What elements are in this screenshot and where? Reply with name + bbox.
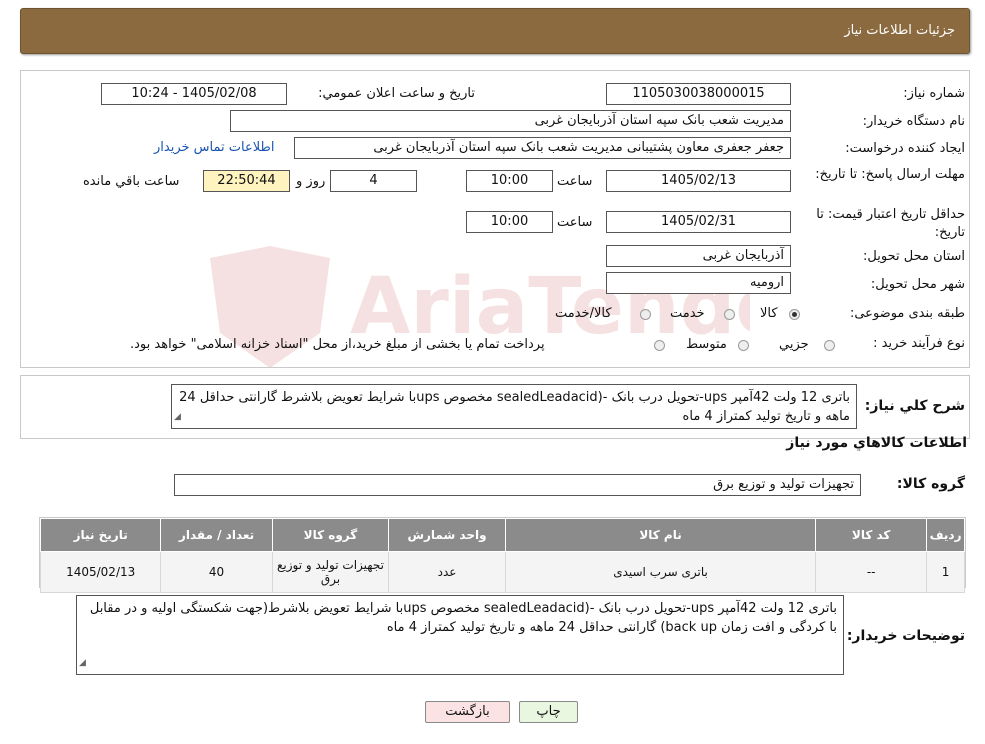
category-option-goods: کالا <box>760 306 778 321</box>
purchase-radio-minor[interactable] <box>824 340 835 351</box>
category-radio-goods[interactable] <box>789 309 800 320</box>
cell-item-name: باتری سرب اسيدی <box>504 551 817 593</box>
back-button[interactable]: بازگشت <box>425 701 510 723</box>
col-item-group: گروه کالا <box>271 518 390 552</box>
resize-grip-icon[interactable]: ◢ <box>79 654 86 673</box>
category-radio-service[interactable] <box>724 309 735 320</box>
purchase-checkbox-treasury[interactable] <box>654 340 665 351</box>
items-table-frame: رديف کد کالا نام کالا واحد شمارش گروه کا… <box>39 517 966 593</box>
buyer-org-label: نام دستگاه خريدار: <box>862 114 965 129</box>
validity-date-field: 1405/02/31 <box>606 211 791 233</box>
page-header: جزئیات اطلاعات نیاز <box>20 8 970 54</box>
buyer-contact-link[interactable]: اطلاعات تماس خريدار <box>154 140 274 155</box>
table-row: 1 -- باتری سرب اسيدی عدد تجهيزات توليد و… <box>39 551 965 593</box>
validity-time-label: ساعت <box>557 215 593 230</box>
announce-datetime-label: تاریخ و ساعت اعلان عمومي: <box>318 86 475 101</box>
purchase-type-label: نوع فرآيند خريد : <box>873 336 965 351</box>
need-number-label: شماره نیاز: <box>903 86 965 101</box>
province-field: آذربايجان غربی <box>606 245 791 267</box>
resize-grip-icon[interactable]: ◢ <box>174 408 181 427</box>
goods-group-label: گروه کالا: <box>896 476 965 492</box>
deadline-label: مهلت ارسال پاسخ: تا تاريخ: <box>815 167 965 182</box>
col-unit: واحد شمارش <box>388 518 506 552</box>
category-radio-goods-service[interactable] <box>640 309 651 320</box>
requester-field: جعفر جعفری معاون پشتيبانی مديريت شعب بان… <box>294 137 791 159</box>
validity-time-field: 10:00 <box>466 211 553 233</box>
remaining-time-field: 22:50:44 <box>203 170 290 192</box>
city-label: شهر محل تحويل: <box>870 277 965 292</box>
col-quantity: تعداد / مقدار <box>160 518 273 552</box>
print-button[interactable]: چاپ <box>519 701 578 723</box>
summary-textarea[interactable]: باتری 12 ولت 42آمپر ups-تحويل درب بانک -… <box>171 384 857 429</box>
days-remaining-field: 4 <box>330 170 417 192</box>
deadline-time-label: ساعت <box>557 174 593 189</box>
buyer-org-field: مديريت شعب بانک سپه استان آذربايجان غربی <box>230 110 791 132</box>
cell-need-date: 1405/02/13 <box>39 551 162 593</box>
deadline-time-field: 10:00 <box>466 170 553 192</box>
summary-text: باتری 12 ولت 42آمپر ups-تحويل درب بانک -… <box>179 390 850 424</box>
purchase-option-minor: جزيي <box>779 337 809 352</box>
treasury-payment-note: پرداخت تمام يا بخشی از مبلغ خريد،از محل … <box>130 337 545 352</box>
buyer-notes-textarea[interactable]: باتری 12 ولت 42آمپر ups-تحويل درب بانک -… <box>76 595 844 675</box>
purchase-radio-medium[interactable] <box>738 340 749 351</box>
col-row-number: رديف <box>926 518 965 552</box>
announce-datetime-field: 1405/02/08 - 10:24 <box>101 83 287 105</box>
goods-section-title: اطلاعات کالاهاي مورد نياز <box>786 435 967 451</box>
col-item-name: نام کالا <box>504 518 817 552</box>
remaining-time-label: ساعت باقي مانده <box>83 174 180 189</box>
cell-quantity: 40 <box>160 551 273 593</box>
page-title: جزئیات اطلاعات نیاز <box>844 23 955 38</box>
validity-label: حداقل تاريخ اعتبار قيمت: تا تاريخ: <box>816 207 965 240</box>
cell-item-group: تجهيزات توليد و توزيع برق <box>271 551 390 593</box>
purchase-option-medium: متوسط <box>686 337 727 352</box>
items-table: رديف کد کالا نام کالا واحد شمارش گروه کا… <box>39 518 965 593</box>
province-label: استان محل تحويل: <box>863 249 965 264</box>
city-field: اروميه <box>606 272 791 294</box>
summary-label: شرح کلي نياز: <box>864 398 965 414</box>
category-label: طبقه بندی موضوعی: <box>849 306 965 321</box>
cell-row-number: 1 <box>926 551 965 593</box>
col-item-code: کد کالا <box>815 518 928 552</box>
cell-unit: عدد <box>388 551 506 593</box>
cell-item-code: -- <box>815 551 928 593</box>
buyer-notes-label: توضيحات خريدار: <box>846 628 965 644</box>
deadline-date-field: 1405/02/13 <box>606 170 791 192</box>
buyer-notes-text: باتری 12 ولت 42آمپر ups-تحويل درب بانک -… <box>89 601 837 635</box>
goods-group-field: تجهيزات توليد و توزيع برق <box>174 474 861 496</box>
days-label: روز و <box>296 174 326 189</box>
category-option-goods-service: کالا/خدمت <box>555 306 612 321</box>
category-option-service: خدمت <box>670 306 705 321</box>
need-number-field: 1105030038000015 <box>606 83 791 105</box>
requester-label: ايجاد کننده درخواست: <box>845 141 965 156</box>
col-need-date: تاريخ نياز <box>39 518 162 552</box>
